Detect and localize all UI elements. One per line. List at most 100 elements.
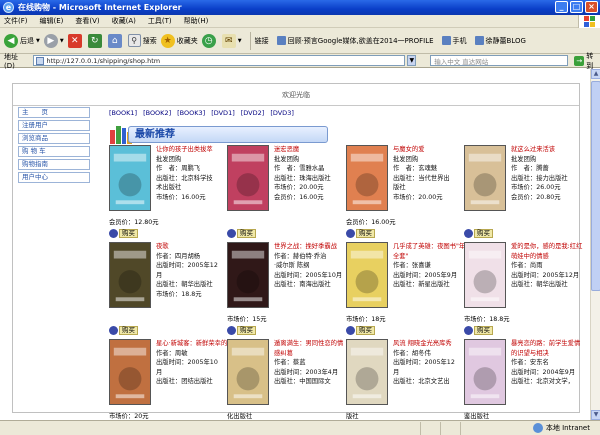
menu-edit[interactable]: 编辑(E) [40,16,64,26]
product-title-link[interactable]: 遁离满生：男同性恋的情感纠葛 [274,339,347,358]
category-dvd2[interactable]: [DVD2] [241,109,265,117]
menu-file[interactable]: 文件(F) [4,16,28,26]
product-detail: 月 [393,368,400,376]
star-icon: ★ [160,33,175,48]
mail-button[interactable]: ✉ ▼ [221,33,242,48]
buy-button[interactable]: 购买 [227,326,256,335]
forward-button[interactable]: ▶ ▼ [43,33,64,48]
vertical-scrollbar[interactable]: ▲ ▼ [590,69,600,420]
category-book3[interactable]: [BOOK3] [177,109,205,117]
link-item-2[interactable]: 手机 [441,36,467,46]
nav-cart[interactable]: 购 物 车 [18,146,90,157]
go-button[interactable]: → 转到 [574,51,600,71]
product-title-link[interactable]: 迷宏恶魔 [274,145,347,155]
history-button[interactable]: ◷ [201,33,218,48]
product-detail: 市场价：16.00元 [156,193,206,201]
buy-button[interactable]: 购买 [464,326,493,335]
product-title-link[interactable]: 让你的孩子出类拔萃 [156,145,229,155]
cart-icon [109,229,118,238]
refresh-button[interactable]: ↻ [87,33,104,48]
product-detail: 出版时间：2003年4月 [274,368,339,376]
product-detail: 市场价：26.00元 [511,184,561,191]
link-item-1[interactable]: 回顾·预言Google媒体,欲盖在2014一PROFILE [276,36,434,46]
book-cover-image[interactable] [346,145,388,211]
web-search-input[interactable]: 输入中文 直达网站 [430,55,569,66]
nav-guide[interactable]: 购物指南 [18,159,90,170]
home-button[interactable]: ⌂ [107,33,124,48]
product-detail: 出版社：珠海出版社 [274,174,331,182]
links-label: 链接 [254,36,269,45]
product-detail: 出版时间：2005年12 [393,359,455,366]
product-detail: 批发团购 [393,155,419,163]
book-cover-image[interactable] [227,242,269,308]
product-detail: 版社 [393,184,406,191]
product-detail: 出版时间：2005年9月 [393,271,458,279]
back-button[interactable]: ◀ 后退 ▼ [4,33,40,48]
window-title: 在线购物 - Microsoft Internet Explorer [18,3,182,12]
search-button[interactable]: ⚲ 搜索 [127,34,157,47]
scroll-thumb[interactable] [591,81,600,291]
menu-view[interactable]: 查看(V) [75,16,99,26]
cart-icon [109,326,118,335]
book-cover-image[interactable] [109,242,151,308]
product-title-link[interactable]: 暴亮恋的路：前学生爱情的识望与相决 [511,339,584,358]
category-book2[interactable]: [BOOK2] [143,109,171,117]
product-card: 与魔女的爱 批发团购作 者：玄魂魅 出版社：当代世界出 版社 市场价：20.00元 会员价… [346,145,464,250]
go-arrow-icon: → [574,55,585,66]
scroll-down-arrow-icon[interactable]: ▼ [591,410,600,420]
link-item-3[interactable]: 徐静蕾BLOG [474,36,526,46]
book-cover-image[interactable] [109,145,151,211]
product-card: 爱的是你，感的是我:红红萌娃中的情感 作者：尚雨 出版时间：2005年12月 出版社：… [464,242,582,347]
shop-frame: 欢迎光临 [BOOK1] [BOOK2] [BOOK3] [DVD1] [DVD… [12,83,582,420]
address-field[interactable]: http://127.0.0.1/shipping/shop.htm [32,55,406,66]
book-cover-image[interactable] [464,242,506,308]
menu-favorites[interactable]: 收藏(A) [112,16,136,26]
product-title-link[interactable]: 就这么过来活该 [511,145,584,155]
book-cover-image[interactable] [227,339,269,405]
buy-button[interactable]: 购买 [346,229,375,238]
buy-button[interactable]: 购买 [109,326,138,335]
stop-button[interactable]: ✕ [67,33,84,48]
book-cover-image[interactable] [346,242,388,308]
book-cover-image[interactable] [464,339,506,405]
category-book1[interactable]: [BOOK1] [109,109,137,117]
buy-button[interactable]: 购买 [227,229,256,238]
category-dvd3[interactable]: [DVD3] [270,109,294,117]
product-title-link[interactable]: 几乎成了英雄：夜图书"年全套" [393,242,466,261]
product-title-link[interactable]: 与魔女的爱 [393,145,466,155]
nav-register[interactable]: 注册用户 [18,120,90,131]
product-price: 市场价：18元 [346,316,386,323]
book-cover-image[interactable] [109,339,151,405]
minimize-button[interactable]: _ [555,1,568,13]
category-dvd1[interactable]: [DVD1] [211,109,235,117]
nav-home[interactable]: 主 页 [18,107,90,118]
favorites-button[interactable]: ★ 收藏夹 [160,33,198,48]
product-detail: 作者：张喜谦 [393,262,431,269]
book-cover-image[interactable] [227,145,269,211]
menu-tools[interactable]: 工具(T) [148,16,172,26]
product-title-link[interactable]: 夜歌 [156,242,229,252]
product-title-link[interactable]: 世界之战：挽好季霸战 [274,242,347,252]
buy-button[interactable]: 购买 [346,326,375,335]
product-title-link[interactable]: 爱的是你，感的是我:红红萌娃中的情感 [511,242,584,261]
product-price: 市场价：15元 [227,316,267,323]
book-cover-image[interactable] [346,339,388,405]
product-title-link[interactable]: 星心·新城客：新鲜荣幸的 [156,339,229,349]
nav-browse[interactable]: 浏览商品 [18,133,90,144]
buy-button[interactable]: 购买 [109,229,138,238]
product-detail: 会员价：20.80元 [511,193,561,201]
book-cover-image[interactable] [464,145,506,211]
buy-button[interactable]: 购买 [464,229,493,238]
close-button[interactable]: × [585,1,598,13]
product-detail: 作者：蔡蓝 [274,359,306,366]
scroll-up-arrow-icon[interactable]: ▲ [591,69,600,79]
product-card: 迷宏恶魔 批发团购作 者：雪雅水晶 出版社：珠海出版社 市场价：20.00元 会员价：1… [227,145,345,250]
product-price: 化出版社 [227,413,253,420]
maximize-button[interactable]: □ [570,1,583,13]
product-detail: 作 者：腾蔷 [511,165,549,172]
address-dropdown[interactable]: ▼ [407,55,417,66]
product-detail: 作者：胡冬伟 [393,349,431,357]
product-title-link[interactable]: 风流 翔晓金光亮库秀 [393,339,466,349]
nav-user-center[interactable]: 用户中心 [18,172,90,183]
menu-help[interactable]: 帮助(H) [184,16,209,26]
